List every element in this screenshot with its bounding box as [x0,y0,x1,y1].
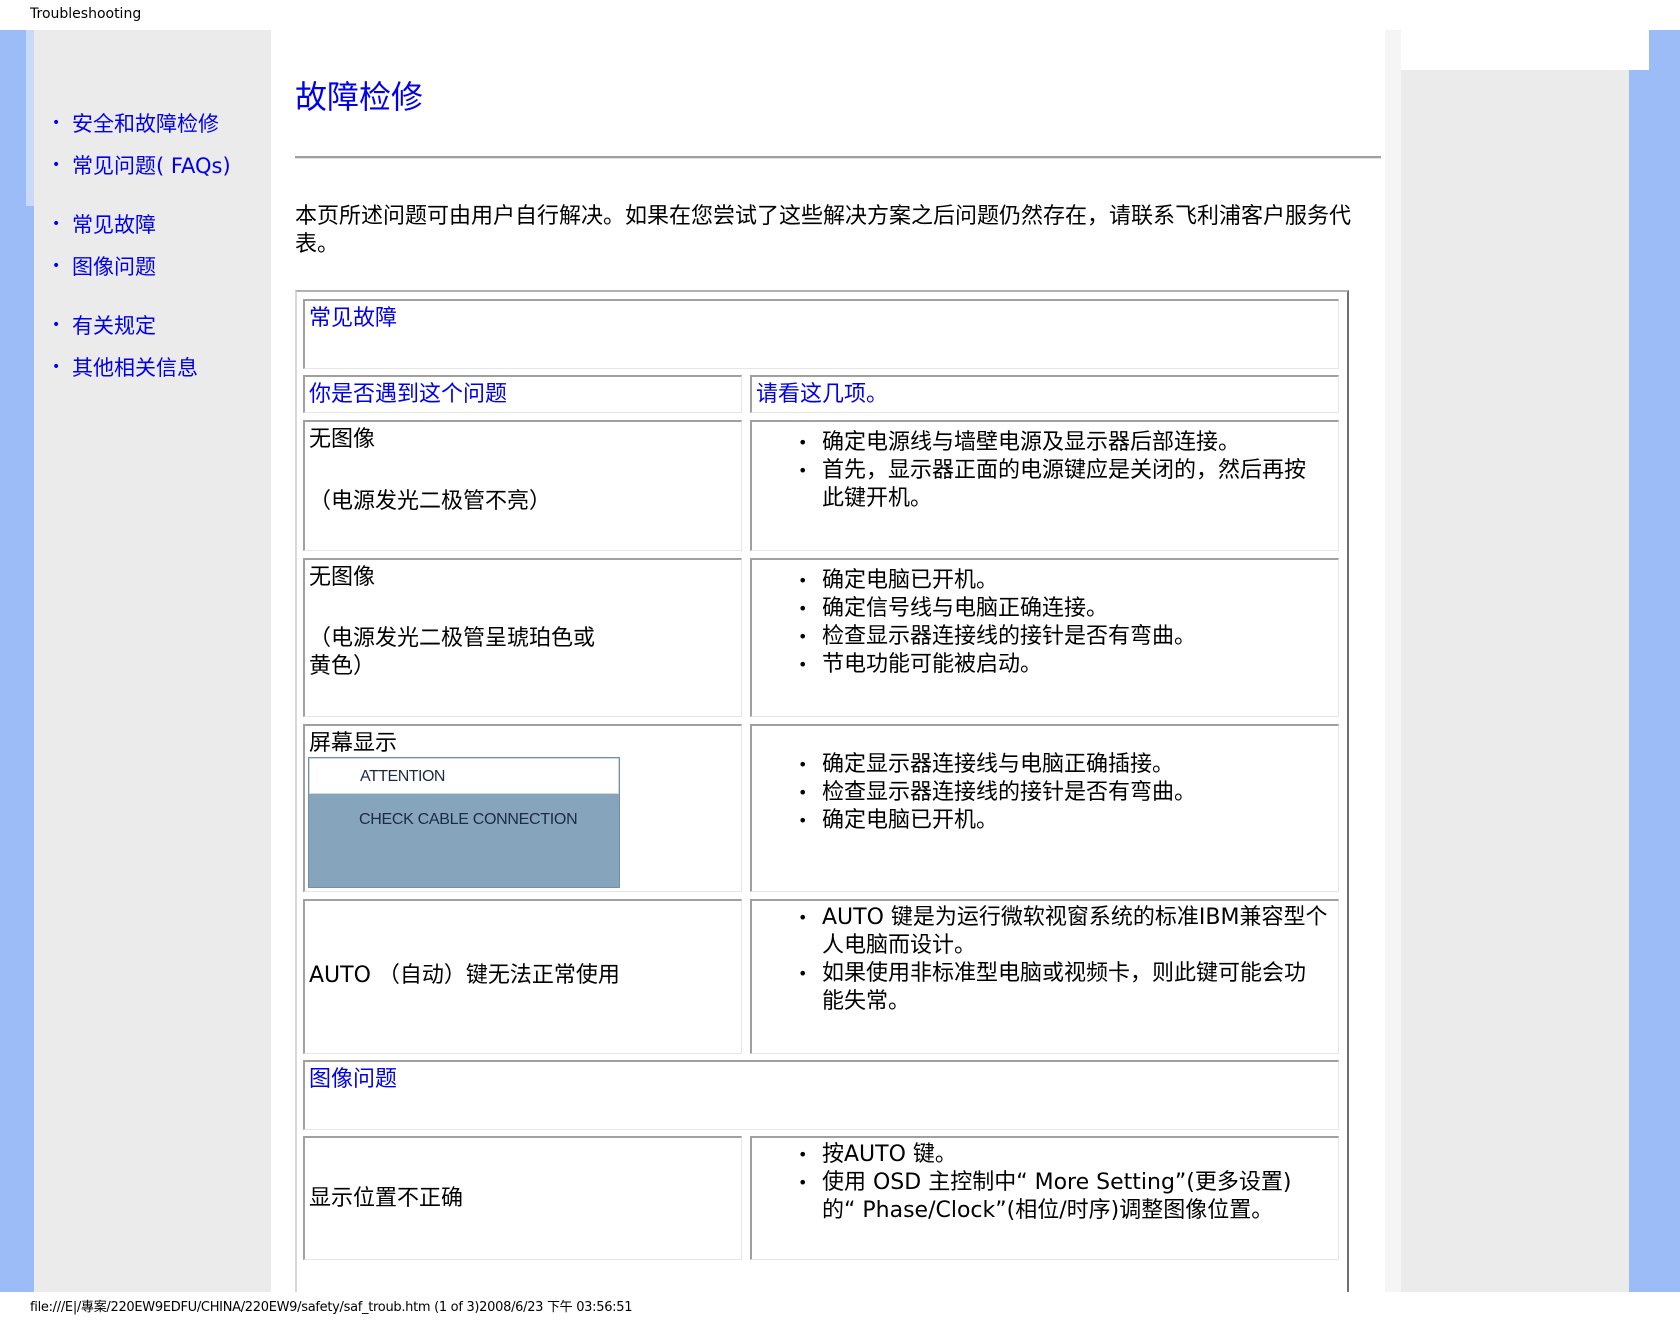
section-heading-cell [303,1060,1339,1130]
list-item: 确定电脑已开机。 [798,807,1196,835]
solution-list: 如果使用非标准型电脑或视频卡，则此键可能会功 [798,960,1306,988]
list-item-continued: 能失常。 [822,989,911,1014]
bullet-icon: • [52,157,61,173]
right-decor-band [1629,70,1680,1292]
left-decor-band [0,30,34,1292]
section-heading-common: 常见故障 [309,306,398,331]
bullet-icon: • [52,317,61,333]
sidebar-link[interactable]: 常见故障 [72,213,156,237]
sidebar-link[interactable]: 安全和故障检修 [72,112,219,136]
problem-text: 无图像 [309,565,376,590]
problem-detail: （电源发光二极管不亮） [309,489,552,514]
list-item-continued: 此键开机。 [822,486,933,511]
bullet-icon: • [52,115,61,131]
solution-list: 确定电脑已开机。 确定信号线与电脑正确连接。 检查显示器连接线的接针是否有弯曲。… [798,567,1196,679]
problem-detail: 黄色） [309,654,376,679]
sidebar-link[interactable]: 有关规定 [72,314,156,338]
sidebar-link[interactable]: 其他相关信息 [72,356,198,380]
osd-header: ATTENTION [309,758,619,794]
list-item: 检查显示器连接线的接针是否有弯曲。 [798,623,1196,651]
bullet-icon: • [52,359,61,375]
osd-message-image: ATTENTION CHECK CABLE CONNECTION [308,757,620,888]
sidebar-item-safety[interactable]: • 安全和故障检修 [52,108,219,138]
section-heading-cell [303,299,1339,369]
page-title: 故障检修 [295,78,424,116]
list-item: 确定电脑已开机。 [798,567,1196,595]
list-item: 按AUTO 键。 [798,1141,1291,1169]
window-title: Troubleshooting [30,6,142,22]
list-item: 使用 OSD 主控制中“ More Setting”(更多设置) [798,1169,1291,1197]
sidebar-item-other-info[interactable]: • 其他相关信息 [52,352,198,382]
sidebar-link[interactable]: 常见问题( FAQs) [72,154,231,178]
left-decor-highlight [26,30,34,206]
list-item: 确定信号线与电脑正确连接。 [798,595,1196,623]
osd-attention-text: ATTENTION [360,768,445,785]
problem-text: 显示位置不正确 [309,1186,464,1211]
right-panel [1401,30,1649,1292]
sidebar-item-imaging-problems[interactable]: • 图像问题 [52,251,156,281]
bullet-icon: • [52,216,61,232]
list-item: 检查显示器连接线的接针是否有弯曲。 [798,779,1196,807]
solution-list: 确定电源线与墙壁电源及显示器后部连接。 首先，显示器正面的电源键应是关闭的，然后… [798,429,1306,485]
sidebar-gap [271,30,289,1292]
sidebar-item-regulatory[interactable]: • 有关规定 [52,310,156,340]
sidebar-item-common-problems[interactable]: • 常见故障 [52,209,156,239]
list-item-continued: 人电脑而设计。 [822,933,977,958]
sidebar-item-faqs[interactable]: • 常见问题( FAQs) [52,150,231,180]
column-header-solution: 请看这几项。 [756,382,889,407]
main-edge [1385,30,1401,1292]
title-divider [295,156,1381,159]
problem-text: AUTO （自动）键无法正常使用 [309,963,620,988]
list-item-continued: 的“ Phase/Clock”(相位/时序)调整图像位置。 [822,1198,1274,1223]
column-header-problem: 你是否遇到这个问题 [309,382,508,407]
list-item: AUTO 键是为运行微软视窗系统的标准IBM兼容型个 [798,904,1327,932]
intro-paragraph: 本页所述问题可由用户自行解决。如果在您尝试了这些解决方案之后问题仍然存在，请联系… [295,204,1352,257]
problem-text: 屏幕显示 [309,731,398,756]
problem-text: 无图像 [309,427,376,452]
list-item: 确定电源线与墙壁电源及显示器后部连接。 [798,429,1306,457]
problem-detail: （电源发光二极管呈琥珀色或 [309,626,596,651]
list-item: 确定显示器连接线与电脑正确插接。 [798,751,1196,779]
solution-list: AUTO 键是为运行微软视窗系统的标准IBM兼容型个 [798,904,1327,932]
footer-file-path: file:///E|/專案/220EW9EDFU/CHINA/220EW9/sa… [30,1300,633,1315]
osd-message-text: CHECK CABLE CONNECTION [359,811,578,828]
solution-list: 确定显示器连接线与电脑正确插接。 检查显示器连接线的接针是否有弯曲。 确定电脑已… [798,751,1196,835]
right-decor-band-top [1649,30,1680,70]
sidebar-link[interactable]: 图像问题 [72,255,156,279]
right-panel-top [1401,30,1649,70]
list-item: 节电功能可能被启动。 [798,651,1196,679]
list-item: 如果使用非标准型电脑或视频卡，则此键可能会功 [798,960,1306,988]
section-heading-imaging: 图像问题 [309,1067,398,1092]
list-item: 首先，显示器正面的电源键应是关闭的，然后再按 [798,457,1306,485]
bullet-icon: • [52,258,61,274]
solution-list: 按AUTO 键。 使用 OSD 主控制中“ More Setting”(更多设置… [798,1141,1291,1197]
